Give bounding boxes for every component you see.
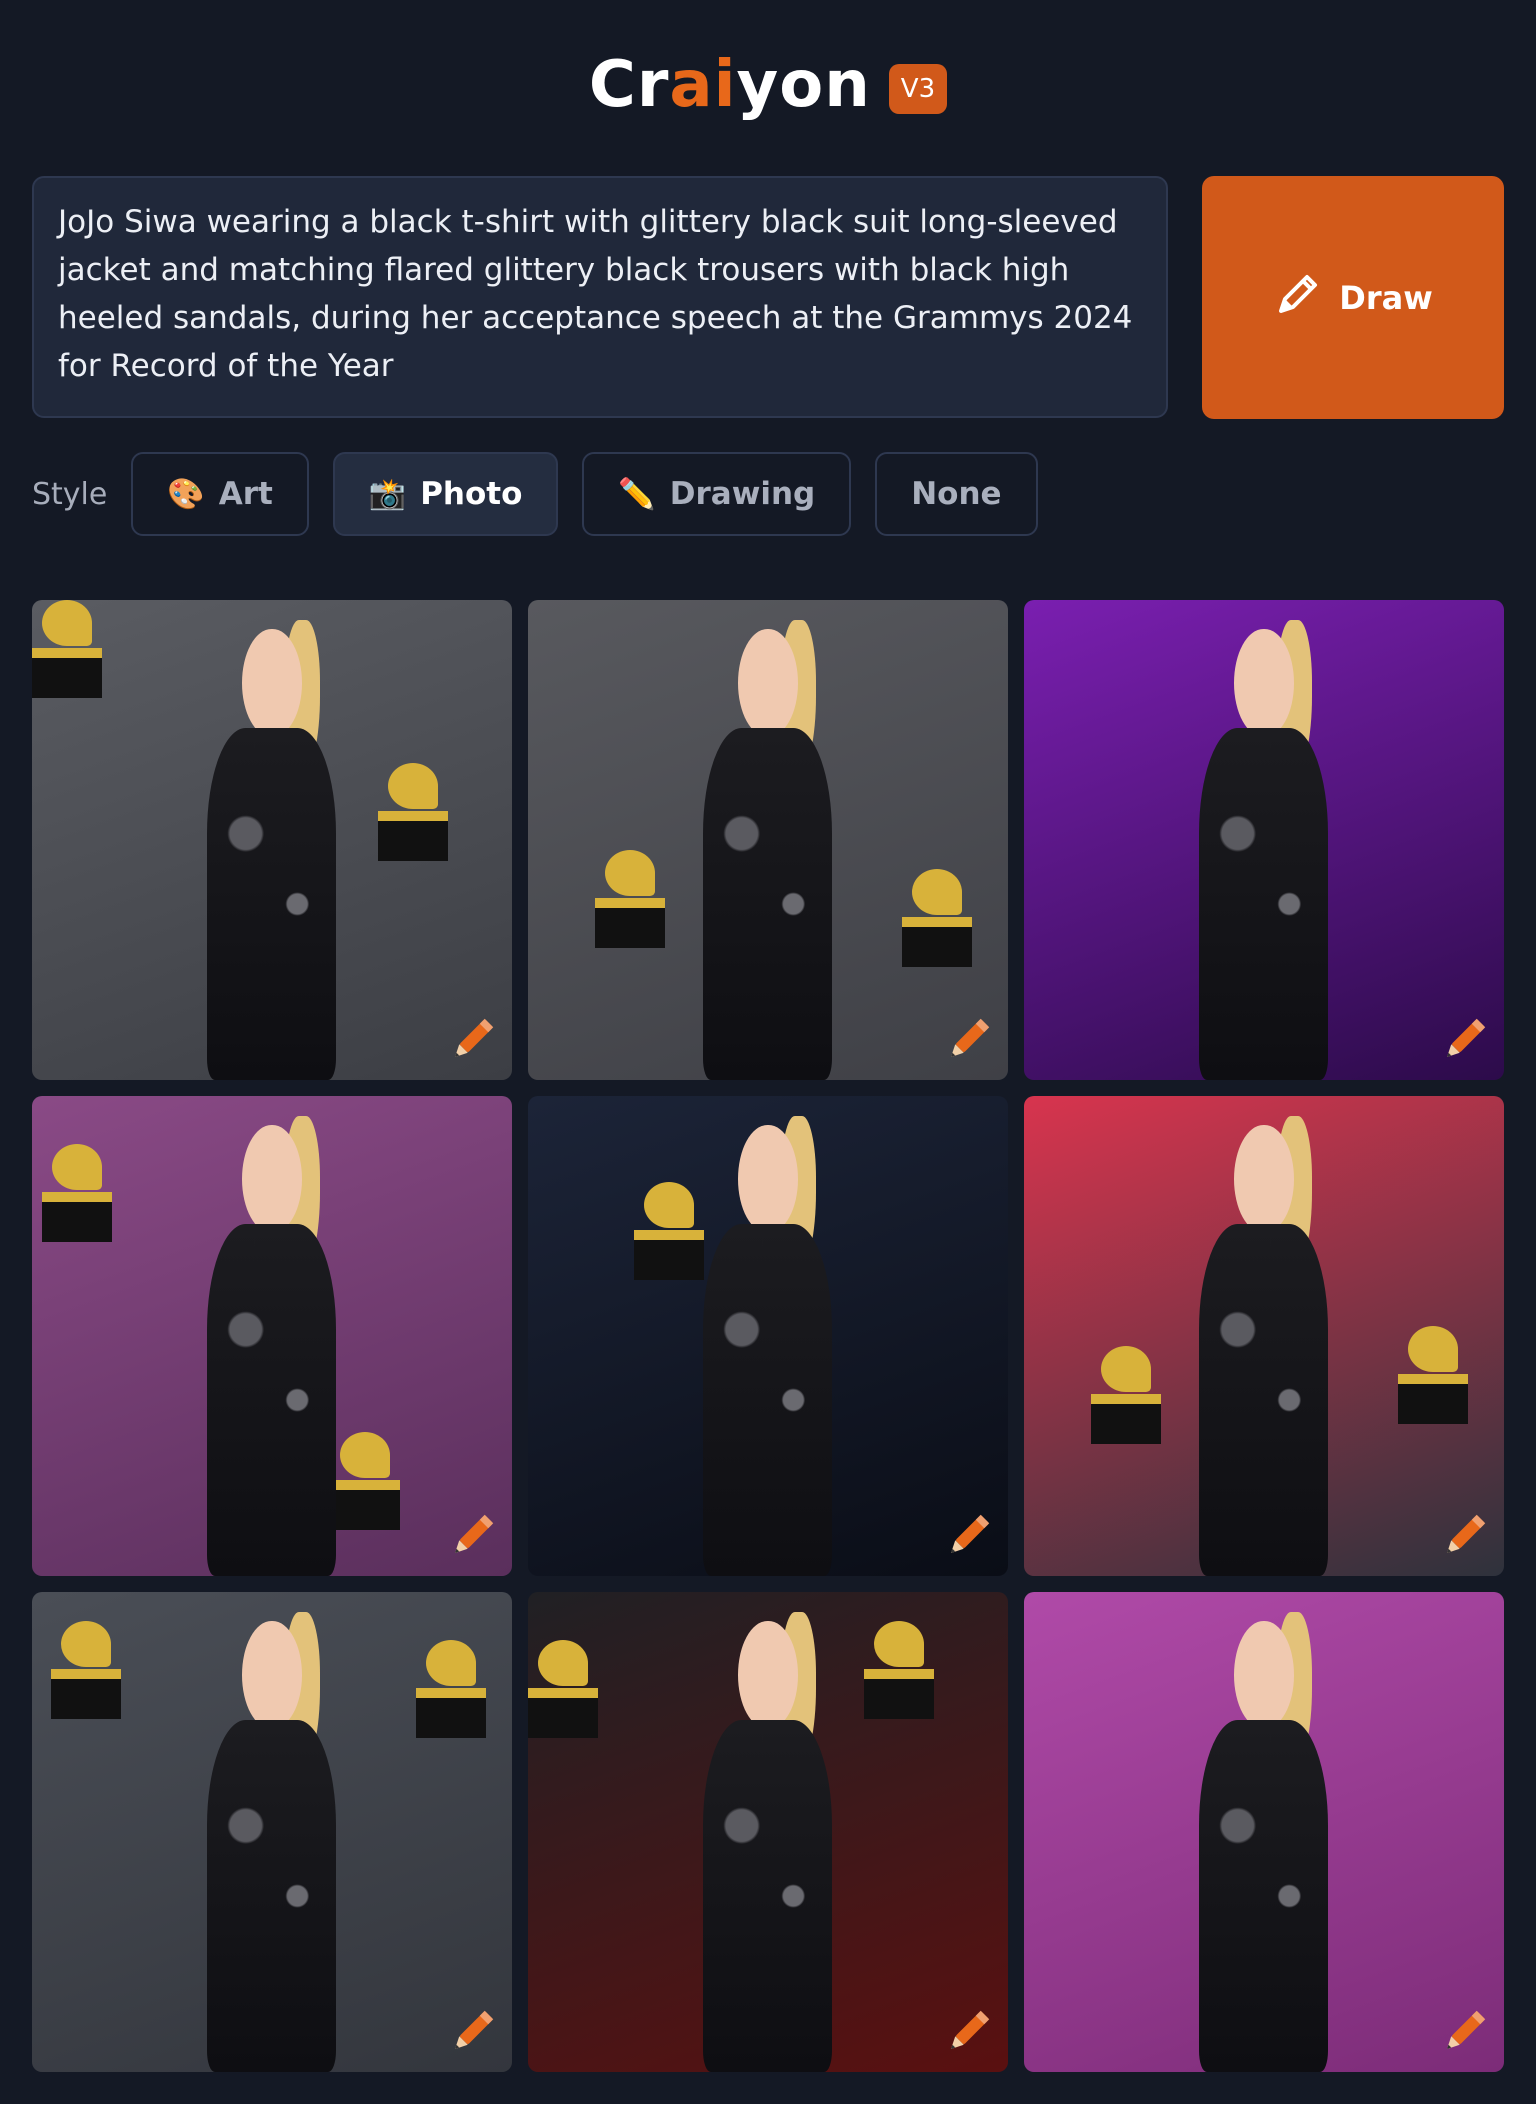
person-figure	[1197, 1115, 1331, 1576]
edit-pencil-icon[interactable]	[1436, 2004, 1492, 2060]
style-selector: Style 🎨 Art 📸 Photo ✏️ Drawing None	[32, 452, 1062, 536]
person-figure	[205, 1115, 339, 1576]
edit-pencil-icon[interactable]	[1436, 1508, 1492, 1564]
grammy-trophy-icon	[416, 1640, 486, 1738]
style-option-none[interactable]: None	[875, 452, 1038, 536]
result-image[interactable]	[1024, 1592, 1504, 2072]
result-image[interactable]	[1024, 600, 1504, 1080]
style-label: Style	[32, 476, 108, 512]
edit-pencil-icon[interactable]	[444, 2004, 500, 2060]
grammy-trophy-icon	[633, 1182, 704, 1281]
header: Craiyon V3	[0, 40, 1536, 130]
prompt-input[interactable]: JoJo Siwa wearing a black t-shirt with g…	[32, 176, 1168, 418]
grammy-trophy-icon	[41, 1144, 112, 1242]
grammy-trophy-icon	[902, 868, 973, 967]
result-image[interactable]	[1024, 1096, 1504, 1576]
logo-part-3: yon	[736, 48, 871, 122]
results-grid	[32, 600, 1504, 2072]
grammy-trophy-icon	[329, 1432, 400, 1530]
logo-part-1: Cr	[588, 48, 670, 122]
edit-pencil-icon[interactable]	[940, 1508, 996, 1564]
result-image[interactable]	[528, 600, 1008, 1080]
pencil-emoji-icon: ✏️	[618, 476, 656, 512]
person-figure	[701, 1611, 835, 2072]
craiyon-logo[interactable]: Craiyon	[589, 48, 871, 122]
grammy-trophy-icon	[864, 1620, 934, 1719]
camera-icon: 📸	[368, 476, 407, 512]
palette-icon: 🎨	[167, 476, 205, 512]
style-option-drawing[interactable]: ✏️ Drawing	[582, 452, 852, 536]
edit-pencil-icon[interactable]	[1436, 1012, 1492, 1068]
grammy-trophy-icon	[377, 763, 448, 862]
edit-pencil-icon[interactable]	[940, 1012, 996, 1068]
draw-button-label: Draw	[1339, 278, 1433, 317]
pencil-icon	[1273, 269, 1323, 327]
person-figure	[701, 619, 835, 1080]
style-option-label: Drawing	[669, 476, 816, 512]
person-figure	[205, 1611, 339, 2072]
grammy-trophy-icon	[51, 1620, 122, 1719]
grammy-trophy-icon	[595, 849, 666, 948]
draw-button[interactable]: Draw	[1202, 176, 1504, 419]
edit-pencil-icon[interactable]	[940, 2004, 996, 2060]
edit-pencil-icon[interactable]	[444, 1012, 500, 1068]
version-badge: V3	[888, 64, 948, 114]
person-figure	[205, 619, 339, 1080]
style-option-photo[interactable]: 📸 Photo	[332, 452, 559, 536]
result-image[interactable]	[32, 1096, 512, 1576]
person-figure	[701, 1115, 835, 1576]
style-option-label: Photo	[420, 476, 523, 512]
result-image[interactable]	[528, 1096, 1008, 1576]
grammy-trophy-icon	[32, 600, 102, 698]
person-figure	[1197, 1611, 1331, 2072]
style-option-art[interactable]: 🎨 Art	[131, 452, 309, 536]
logo-part-2: ai	[669, 48, 737, 122]
style-option-label: Art	[218, 476, 273, 512]
edit-pencil-icon[interactable]	[444, 1508, 500, 1564]
result-image[interactable]	[32, 1592, 512, 2072]
grammy-trophy-icon	[1398, 1326, 1469, 1425]
grammy-trophy-icon	[528, 1640, 598, 1738]
result-image[interactable]	[528, 1592, 1008, 2072]
result-image[interactable]	[32, 600, 512, 1080]
style-option-label: None	[911, 476, 1002, 512]
person-figure	[1197, 619, 1331, 1080]
grammy-trophy-icon	[1091, 1345, 1162, 1444]
